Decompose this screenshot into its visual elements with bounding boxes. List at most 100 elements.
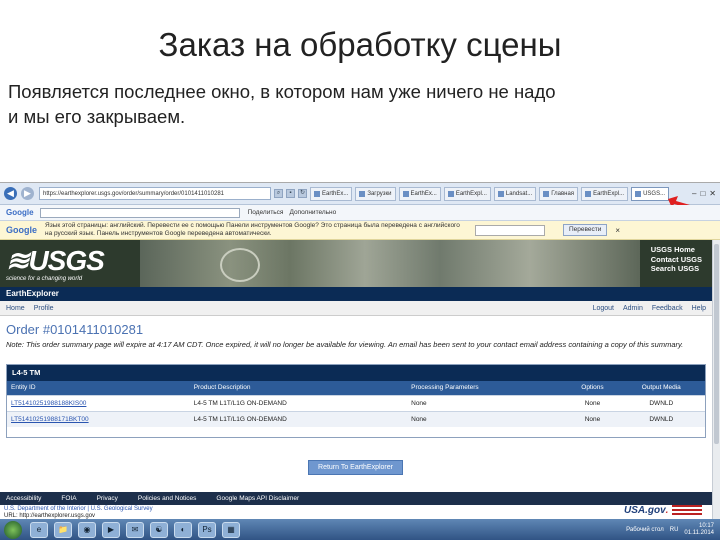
table-header-row: Entity ID Product Description Processing… [7, 381, 705, 395]
favicon-icon [497, 190, 504, 197]
column-header: Processing Parameters [407, 381, 568, 395]
table-cell: None [407, 410, 568, 427]
back-icon[interactable]: ◀ [4, 187, 17, 200]
translate-logo: Google [6, 225, 37, 235]
footer-link-accessibility[interactable]: Accessibility [6, 492, 41, 505]
google-search-input[interactable] [39, 207, 240, 218]
browser-tab[interactable]: EarthEx... [310, 186, 353, 201]
order-note: Note: This order summary page will expir… [6, 340, 684, 349]
footer-text: U.S. Department of the Interior | U.S. G… [4, 506, 153, 520]
taskbar: e 📁 ◉ ▶ ✉ ☯ ◐ Ps ▦ Рабочий стол RU 10:17… [0, 519, 720, 540]
browser-tab[interactable]: Загрузки [355, 186, 396, 201]
footer-link-foia[interactable]: FOIA [61, 492, 76, 505]
start-button[interactable] [4, 521, 22, 539]
search-icon[interactable]: ⌕ [274, 189, 283, 198]
menu-feedback[interactable]: Feedback [652, 305, 683, 312]
footer-bar: Accessibility FOIA Privacy Policies and … [0, 492, 712, 505]
browser-icon[interactable]: ◉ [78, 522, 96, 538]
link-search-usgs[interactable]: Search USGS [651, 264, 702, 274]
usgs-tagline: science for a changing world [6, 276, 83, 282]
menu-admin[interactable]: Admin [623, 305, 643, 312]
app-icon[interactable]: ☯ [150, 522, 168, 538]
favicon-icon [543, 190, 550, 197]
footer-link-policies[interactable]: Policies and Notices [138, 492, 197, 505]
footer-link-google-maps[interactable]: Google Maps API Disclaimer [216, 492, 299, 505]
google-tools: Поделиться Дополнительно [248, 209, 337, 216]
footer-department[interactable]: U.S. Department of the Interior | U.S. G… [4, 506, 153, 513]
browser-tab-active[interactable]: USGS... [631, 186, 670, 201]
browser-tab[interactable]: EarthEx... [398, 186, 441, 201]
table-row: LT51410251988171BKT00 L4-5 TM L1T/L1G ON… [7, 410, 705, 427]
forward-icon[interactable]: ▶ [21, 187, 34, 200]
usgs-logo[interactable]: ≋USGS [6, 244, 105, 277]
address-icons: ⌕ ▪ ↻ [274, 189, 307, 198]
table-cell: None [407, 394, 568, 411]
usgs-header: ≋USGS science for a changing world USGS … [0, 240, 712, 287]
close-icon[interactable]: ✕ [709, 189, 716, 198]
favicon-icon [359, 190, 366, 197]
mail-icon[interactable]: ✉ [126, 522, 144, 538]
clock[interactable]: 10:17 01.11.2014 [684, 523, 714, 537]
flag-icon [672, 505, 702, 517]
translate-bar: Google Язык этой страницы: английский. П… [0, 221, 720, 240]
favicon-icon [447, 190, 454, 197]
link-usgs-home[interactable]: USGS Home [651, 245, 702, 255]
menu-logout[interactable]: Logout [593, 305, 614, 312]
footer-link-privacy[interactable]: Privacy [97, 492, 118, 505]
table-cell: None [567, 394, 618, 411]
tray-desktop-label[interactable]: Рабочий стол [626, 527, 664, 533]
favicon-icon [402, 190, 409, 197]
slide-text-line-1: Появляется последнее окно, в котором нам… [8, 81, 556, 102]
menu-help[interactable]: Help [692, 305, 706, 312]
tray-language[interactable]: RU [670, 527, 679, 533]
slide-title: Заказ на обработку сцены [158, 26, 562, 63]
photoshop-icon[interactable]: Ps [198, 522, 216, 538]
menu-profile[interactable]: Profile [34, 305, 54, 312]
usa-gov-logo[interactable]: USA.gov. [624, 505, 668, 516]
table-cell: None [567, 410, 618, 427]
window-icon[interactable]: ▦ [222, 522, 240, 538]
google-tool-more[interactable]: Дополнительно [289, 209, 336, 216]
order-items-table: Entity ID Product Description Processing… [7, 381, 705, 427]
table-section-title: L4-5 TM [7, 365, 705, 381]
entity-id-link[interactable]: LT51410251988171BKT00 [7, 410, 190, 427]
translate-language-select[interactable] [475, 224, 545, 236]
menu-home[interactable]: Home [6, 305, 25, 312]
app-name-bar: EarthExplorer [0, 287, 712, 301]
media-player-icon[interactable]: ▶ [102, 522, 120, 538]
table-cell: L4-5 TM L1T/L1G ON-DEMAND [189, 394, 408, 411]
link-contact-usgs[interactable]: Contact USGS [651, 255, 702, 265]
return-to-earthexplorer-button[interactable]: Return To EarthExplorer [308, 460, 403, 475]
refresh-icon[interactable]: ↻ [298, 189, 307, 198]
browser-tab[interactable]: Главная [539, 186, 579, 201]
google-tool-share[interactable]: Поделиться [248, 209, 284, 216]
scrollbar-thumb[interactable] [714, 244, 719, 444]
slide-text: Появляется последнее окно, в котором нам… [8, 79, 720, 129]
google-logo: Google [6, 208, 34, 217]
table-row: LT51410251988188KIS00 L4-5 TM L1T/L1G ON… [7, 394, 705, 411]
clock-time: 10:17 [698, 523, 714, 529]
browser-tab[interactable]: EarthExpl... [581, 186, 629, 201]
entity-id-link[interactable]: LT51410251988188KIS00 [7, 394, 190, 411]
lock-icon[interactable]: ▪ [286, 189, 295, 198]
column-header: Output Media [617, 381, 705, 395]
scrollbar[interactable] [712, 240, 720, 520]
browser-tab[interactable]: EarthExpl... [443, 186, 491, 201]
menu-bar: Home Profile Logout Admin Feedback Help [0, 301, 712, 316]
ie-icon[interactable]: e [30, 522, 48, 538]
chrome-icon[interactable]: ◐ [174, 522, 192, 538]
folder-icon[interactable]: 📁 [54, 522, 72, 538]
order-title: Order #0101411010281 [6, 322, 144, 337]
table-cell: L4-5 TM L1T/L1G ON-DEMAND [189, 410, 408, 427]
translate-close-icon[interactable]: × [615, 226, 620, 235]
translate-button[interactable]: Перевести [563, 224, 608, 236]
order-table: L4-5 TM Entity ID Product Description Pr… [6, 364, 706, 438]
favicon-icon [314, 190, 320, 197]
table-cell: DWNLD [617, 410, 705, 427]
favicon-icon [635, 190, 642, 197]
browser-tab[interactable]: Landsat... [493, 186, 537, 201]
address-bar[interactable]: https://earthexplorer.usgs.gov/order/sum… [39, 187, 271, 200]
column-header: Options [567, 381, 618, 395]
clock-date: 01.11.2014 [684, 530, 714, 536]
translate-message: Язык этой страницы: английский. Перевест… [45, 222, 460, 237]
